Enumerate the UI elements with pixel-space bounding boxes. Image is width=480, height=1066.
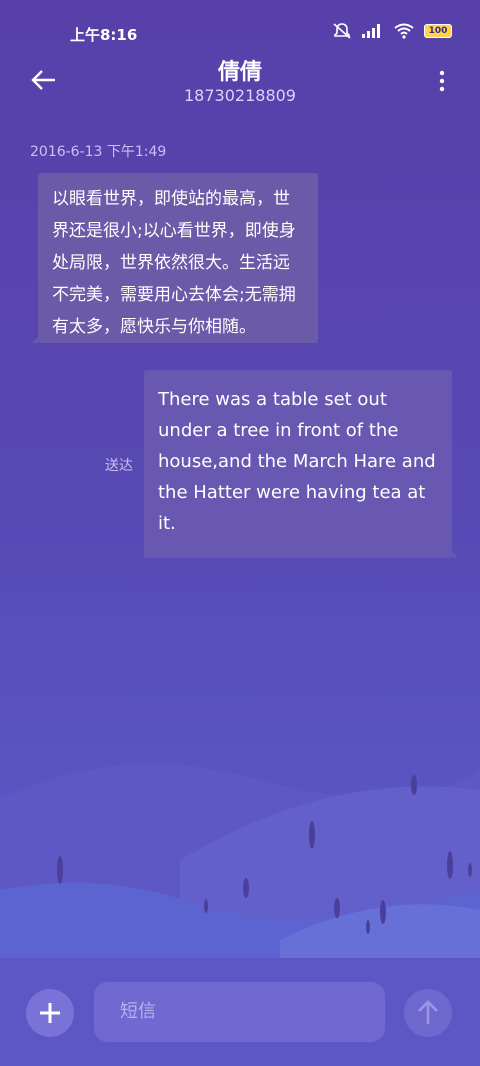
message-timestamp: 2016-6-13 下午1:49 — [30, 144, 167, 160]
status-time: 上午8:16 — [70, 26, 138, 44]
plus-icon — [40, 1003, 60, 1023]
send-button[interactable] — [404, 989, 452, 1037]
bell-off-icon — [333, 23, 351, 39]
contact-number: 18730218809 — [184, 86, 296, 105]
message-input-placeholder: 短信 — [120, 1001, 156, 1022]
outgoing-message-text: There was a table set out under a tree i… — [158, 389, 436, 534]
more-vertical-icon[interactable] — [438, 70, 446, 92]
battery-icon: 100 — [424, 24, 452, 38]
outgoing-message-bubble[interactable]: There was a table set out under a tree i… — [144, 370, 458, 558]
contact-name: 倩倩 — [217, 60, 262, 85]
conversation-header: 倩倩 18730218809 — [0, 52, 480, 112]
wifi-icon — [394, 23, 414, 39]
incoming-message-text: 以眼看世界，即使站的最高，世界还是很小;以心看世界，即使身处局限，世界依然很大。… — [52, 189, 296, 337]
hills-background-illustration — [0, 764, 480, 970]
add-attachment-button[interactable] — [26, 989, 74, 1037]
arrow-up-icon — [418, 1000, 438, 1024]
status-icons: 100 — [332, 22, 452, 40]
message-input[interactable]: 短信 — [94, 982, 385, 1042]
incoming-message-bubble[interactable]: 以眼看世界，即使站的最高，世界还是很小;以心看世界，即使身处局限，世界依然很大。… — [32, 173, 318, 343]
signal-icon — [362, 24, 380, 38]
delivery-status: 送达 — [105, 458, 133, 474]
